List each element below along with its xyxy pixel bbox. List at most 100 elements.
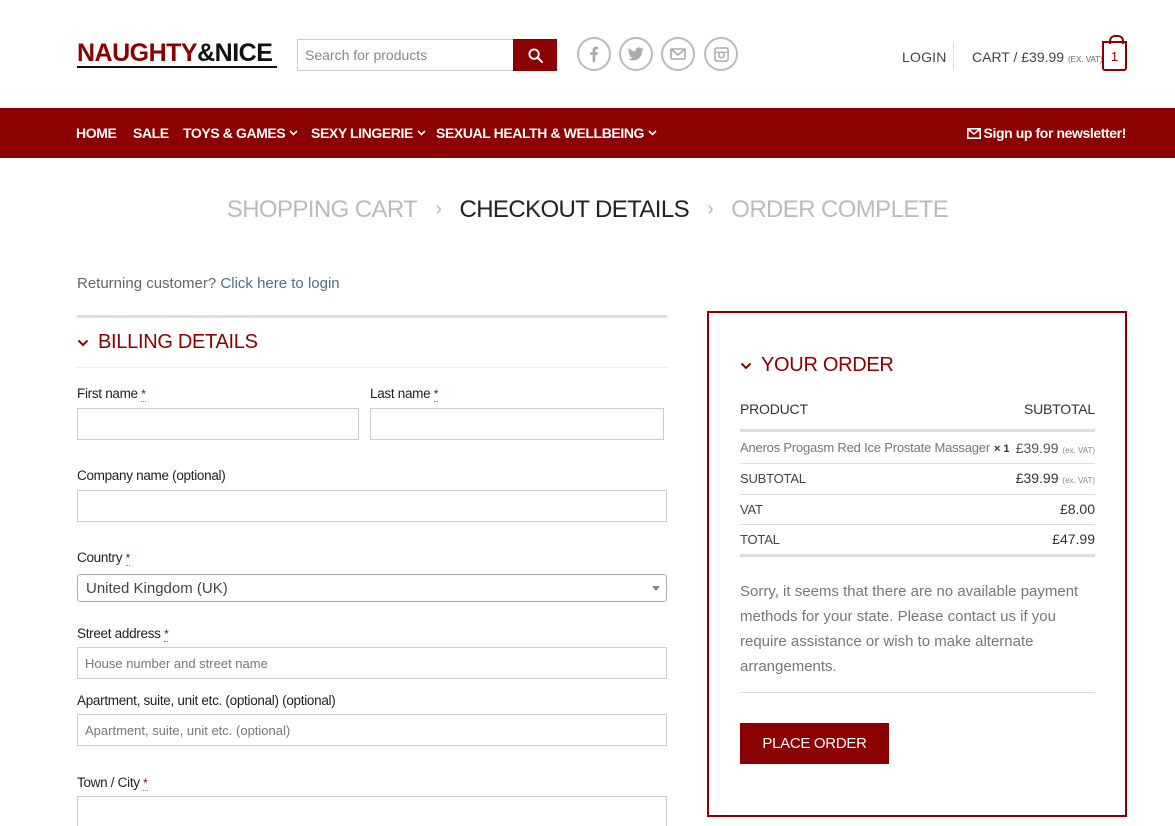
subtotal-value: £39.99 <box>1015 470 1059 486</box>
instagram-button[interactable] <box>704 37 738 71</box>
billing-details-heading[interactable]: BILLING DETAILS <box>77 331 258 354</box>
country-select[interactable]: United Kingdom (UK) <box>77 574 667 602</box>
search-input[interactable] <box>297 39 514 71</box>
cart-bag-icon[interactable]: 1 <box>1102 35 1127 71</box>
step-shopping-cart[interactable]: SHOPPING CART <box>227 196 418 224</box>
cart-total: CART / £39.99 <box>972 49 1065 65</box>
cart-exvat: (EX. VAT) <box>1067 55 1103 64</box>
your-order-heading[interactable]: YOUR ORDER <box>740 354 894 377</box>
chevron-right-icon: › <box>435 198 442 221</box>
country-selected-value: United Kingdom (UK) <box>86 579 228 597</box>
nav-item-sale[interactable]: SALE <box>133 125 169 141</box>
line-item-product: Aneros Progasm Red Ice Prostate Massager… <box>740 439 1010 457</box>
search-button[interactable] <box>513 39 557 71</box>
first-name-field[interactable] <box>77 408 359 440</box>
logo-text-naughty: NAUGHTY <box>77 39 198 67</box>
newsletter-link[interactable]: Sign up for newsletter! <box>966 125 1127 141</box>
vat-row: VAT £8.00 <box>740 501 1095 517</box>
billing-details-title: BILLING DETAILS <box>98 331 258 353</box>
required-marker: * <box>125 551 130 566</box>
chevron-down-icon <box>648 130 657 136</box>
line-item-price-value: £39.99 <box>1015 440 1059 456</box>
returning-customer-notice: Returning customer? Click here to login <box>77 275 340 292</box>
payment-unavailable-notice: Sorry, it seems that there are no availa… <box>740 583 1079 675</box>
envelope-icon <box>966 127 981 139</box>
line-item-price: £39.99 (ex. VAT) <box>1016 440 1095 456</box>
row-divider <box>740 494 1095 495</box>
town-city-label: Town / City * <box>77 775 148 791</box>
apartment-field[interactable] <box>77 714 667 746</box>
billing-divider <box>77 367 667 368</box>
email-button[interactable] <box>661 37 695 71</box>
facebook-button[interactable] <box>577 37 611 71</box>
row-divider <box>740 524 1095 525</box>
step-order-complete: ORDER COMPLETE <box>731 195 949 223</box>
town-city-field[interactable] <box>77 796 667 826</box>
login-link[interactable]: LOGIN <box>902 49 947 65</box>
cart-link[interactable]: CART / £39.99 (EX. VAT) <box>972 49 1103 65</box>
checkout-steps: SHOPPING CART › CHECKOUT DETAILS › ORDER… <box>0 195 1175 224</box>
email-icon <box>670 48 686 60</box>
street-address-label-text: Street address <box>77 626 161 641</box>
required-marker: * <box>433 387 439 402</box>
apartment-label: Apartment, suite, unit etc. (optional) (… <box>77 693 336 708</box>
notice-divider <box>740 692 1095 693</box>
search-icon <box>527 47 543 63</box>
site-logo[interactable]: NAUGHTY&NICE <box>77 39 273 67</box>
order-header-divider <box>740 429 1095 432</box>
nav-item-label: SEXY LINGERIE <box>311 125 413 141</box>
chevron-down-icon <box>740 362 752 369</box>
required-marker: * <box>143 776 148 791</box>
chevron-down-icon <box>417 130 426 136</box>
line-item-exvat: (ex. VAT) <box>1062 446 1095 455</box>
logo-ampersand: & <box>197 39 215 67</box>
nav-item-label: SALE <box>133 125 169 141</box>
line-item-name: Aneros Progasm Red Ice Prostate Massager <box>740 440 990 455</box>
facebook-icon <box>590 46 599 62</box>
step-checkout-details[interactable]: CHECKOUT DETAILS <box>459 196 689 224</box>
street-address-field[interactable] <box>77 647 667 679</box>
billing-top-divider <box>77 315 667 318</box>
first-name-label: First name * <box>77 386 146 402</box>
chevron-down-icon <box>289 130 298 136</box>
product-column-header: PRODUCT <box>740 401 808 417</box>
twitter-icon <box>628 47 644 61</box>
total-label: TOTAL <box>740 531 780 547</box>
twitter-button[interactable] <box>619 37 653 71</box>
subtotal-label: SUBTOTAL <box>740 470 806 486</box>
order-line-item: Aneros Progasm Red Ice Prostate Massager… <box>740 439 1095 457</box>
town-city-label-text: Town / City <box>77 775 140 790</box>
order-table-header: PRODUCT SUBTOTAL <box>740 401 1095 417</box>
main-nav: HOME SALE TOYS & GAMES SEXY LINGERIE SEX… <box>0 108 1175 158</box>
place-order-button[interactable]: PLACE ORDER <box>740 723 889 764</box>
site-header: NAUGHTY&NICE LOGIN CART / £39.99 (EX. VA… <box>0 0 1175 108</box>
subtotal-price: £39.99 (ex. VAT) <box>1016 470 1095 486</box>
last-name-label-text: Last name <box>370 386 431 401</box>
subtotal-row: SUBTOTAL £39.99 (ex. VAT) <box>740 470 1095 486</box>
nav-item-sexy-lingerie[interactable]: SEXY LINGERIE <box>311 125 426 141</box>
company-name-field[interactable] <box>77 490 667 522</box>
dropdown-arrow-icon <box>652 586 660 591</box>
nav-item-label: HOME <box>76 125 117 141</box>
login-toggle-link[interactable]: Click here to login <box>220 275 339 292</box>
subtotal-column-header: SUBTOTAL <box>1023 401 1095 417</box>
vat-label: VAT <box>740 501 763 517</box>
required-marker: * <box>141 387 146 402</box>
cart-count: 1 <box>1110 48 1119 64</box>
country-label: Country * <box>77 550 130 566</box>
vat-value: £8.00 <box>1059 501 1095 517</box>
nav-item-sexual-health[interactable]: SEXUAL HEALTH & WELLBEING <box>436 125 657 141</box>
last-name-label: Last name * <box>370 386 439 402</box>
logo-underline <box>77 66 277 68</box>
nav-item-toys-games[interactable]: TOYS & GAMES <box>183 125 298 141</box>
instagram-icon <box>713 46 729 62</box>
chevron-right-icon: › <box>707 198 714 221</box>
nav-item-home[interactable]: HOME <box>76 125 117 141</box>
street-address-label: Street address * <box>77 626 169 642</box>
country-label-text: Country <box>77 550 123 565</box>
last-name-field[interactable] <box>370 408 664 440</box>
your-order-title: YOUR ORDER <box>761 354 894 376</box>
nav-item-label: SEXUAL HEALTH & WELLBEING <box>436 125 645 141</box>
newsletter-label: Sign up for newsletter! <box>983 125 1127 141</box>
order-review-panel: YOUR ORDER PRODUCT SUBTOTAL Aneros Proga… <box>707 311 1127 817</box>
